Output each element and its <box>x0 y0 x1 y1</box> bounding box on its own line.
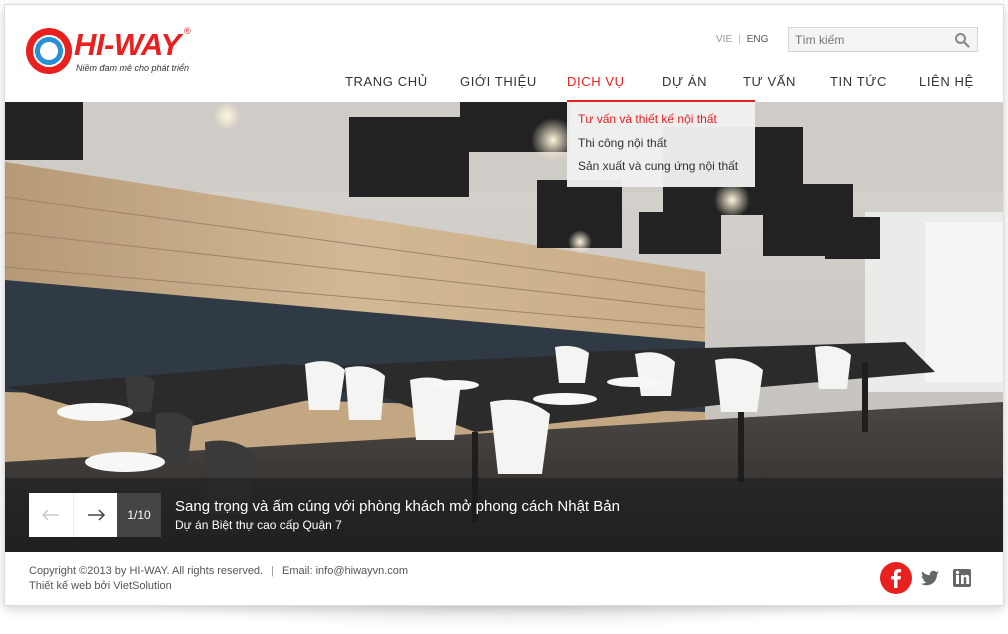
caption-subtitle[interactable]: Dự án Biệt thự cao cấp Quận 7 <box>175 518 342 532</box>
logo-ring-icon <box>26 28 72 74</box>
logo-text: HI-WAY <box>74 27 181 62</box>
arrow-right-icon <box>88 509 106 521</box>
lang-vie-link[interactable]: VIE <box>716 34 732 45</box>
slider-prev-button[interactable] <box>29 493 73 537</box>
nav-item-about[interactable]: GIỚI THIỆU <box>460 74 537 89</box>
linkedin-button[interactable] <box>952 562 972 594</box>
lang-eng-link[interactable]: ENG <box>747 34 769 45</box>
dropdown-item-manufacturing[interactable]: Sản xuất và cung ứng nội thất <box>578 159 738 173</box>
nav-item-services[interactable]: DỊCH VỤ <box>567 74 625 89</box>
nav-item-contact[interactable]: LIÊN HỆ <box>919 74 974 89</box>
slide-counter: 1/10 <box>117 493 161 537</box>
email-link[interactable]: Email: info@hiwayvn.com <box>282 565 408 577</box>
nav-item-projects[interactable]: DỰ ÁN <box>662 74 707 89</box>
nav-item-consulting[interactable]: TƯ VẤN <box>743 74 796 89</box>
search-input[interactable] <box>789 28 949 51</box>
facebook-icon <box>891 569 902 588</box>
linkedin-icon <box>953 569 971 587</box>
footer-line-1: Copyright ©2013 by HI-WAY. All rights re… <box>29 565 408 577</box>
lang-separator: | <box>738 34 741 45</box>
dropdown-item-design[interactable]: Tư vấn và thiết kế nội thất <box>578 112 717 126</box>
logo[interactable]: HI-WAY ® Niềm đam mê cho phát triển <box>26 26 196 76</box>
footer-separator: | <box>271 565 274 577</box>
nav-item-news[interactable]: TIN TỨC <box>830 74 887 89</box>
slider-next-button[interactable] <box>73 493 117 537</box>
logo-tagline: Niềm đam mê cho phát triển <box>76 63 190 73</box>
copyright-text: Copyright ©2013 by HI-WAY. All rights re… <box>29 565 264 577</box>
search-box <box>788 27 978 52</box>
twitter-button[interactable] <box>920 562 940 594</box>
language-switcher: VIE | ENG <box>716 34 768 45</box>
frame-shadow <box>140 606 868 630</box>
nav-item-home[interactable]: TRANG CHỦ <box>345 74 428 89</box>
facebook-button[interactable] <box>880 562 912 594</box>
arrow-left-icon <box>41 509 59 521</box>
dropdown-item-construction[interactable]: Thi công nội thất <box>578 136 667 150</box>
credit-link[interactable]: Thiết kế web bởi VietSolution <box>29 580 172 592</box>
services-dropdown: Tư vấn và thiết kế nội thất Thi công nội… <box>567 100 755 187</box>
twitter-icon <box>920 570 939 586</box>
logo-registered-mark: ® <box>184 26 191 36</box>
search-icon[interactable] <box>954 32 970 48</box>
caption-title[interactable]: Sang trọng và ấm cúng với phòng khách mở… <box>175 498 620 515</box>
hero-slider: 1/10 Sang trọng và ấm cúng với phòng khá… <box>5 102 1003 552</box>
